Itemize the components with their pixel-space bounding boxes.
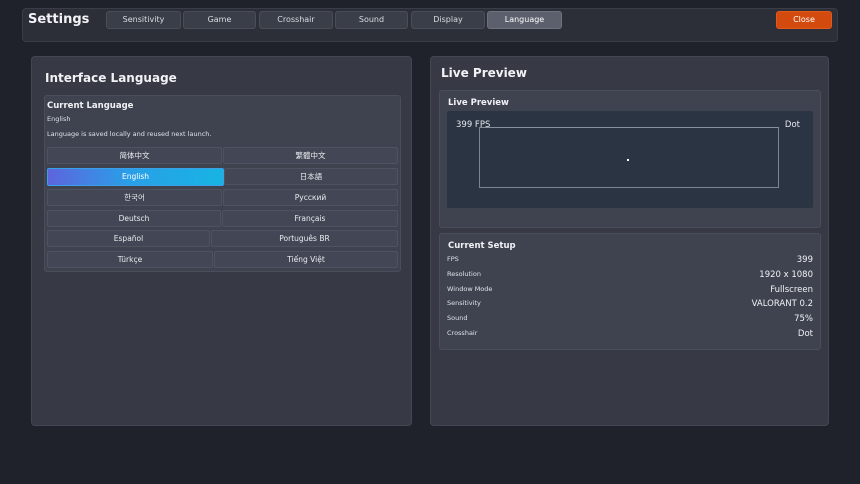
close-button[interactable]: Close (776, 11, 832, 29)
setup-value-window-mode: Fullscreen (770, 285, 813, 295)
lang-option-russian[interactable]: Русский (223, 189, 398, 206)
lang-option-spanish[interactable]: Español (47, 230, 210, 247)
crosshair-dot-icon (627, 159, 629, 161)
lang-option-turkish[interactable]: Türkçe (47, 251, 213, 268)
language-panel: Interface Language Current Language Engl… (31, 56, 412, 426)
current-language-value: English (47, 115, 71, 123)
setup-label-fps: FPS (447, 255, 459, 263)
tab-game[interactable]: Game (183, 11, 256, 29)
lang-option-french[interactable]: Français (222, 210, 398, 227)
top-bar: Settings Sensitivity Game Crosshair Soun… (22, 8, 838, 42)
lang-option-korean[interactable]: 한국어 (47, 189, 222, 206)
setup-value-resolution: 1920 x 1080 (759, 270, 813, 280)
setup-value-sensitivity: VALORANT 0.2 (751, 299, 813, 309)
preview-viewport: 399 FPS Dot (447, 111, 813, 208)
preview-panel: Live Preview Live Preview 399 FPS Dot Cu… (430, 56, 829, 426)
setup-label-resolution: Resolution (447, 270, 481, 278)
current-language-title: Current Language (47, 101, 134, 111)
lang-option-portuguese-br[interactable]: Português BR (211, 230, 398, 247)
lang-option-german[interactable]: Deutsch (47, 210, 221, 227)
setup-label-window-mode: Window Mode (447, 285, 493, 293)
tab-crosshair[interactable]: Crosshair (259, 11, 333, 29)
current-setup-title: Current Setup (448, 241, 516, 251)
lang-option-zh-hant[interactable]: 繁體中文 (223, 147, 398, 164)
live-preview-title: Live Preview (448, 98, 509, 108)
app-title: Settings (28, 12, 90, 27)
setup-value-fps: 399 (796, 255, 813, 265)
crosshair-type-label: Dot (784, 120, 800, 130)
current-setup-card: Current Setup FPS 399 Resolution 1920 x … (439, 233, 821, 350)
tab-sound[interactable]: Sound (335, 11, 408, 29)
lang-option-english[interactable]: English (47, 168, 224, 186)
setup-value-crosshair: Dot (797, 329, 813, 339)
language-note: Language is saved locally and reused nex… (47, 130, 212, 138)
setup-label-sound: Sound (447, 314, 468, 322)
tab-language[interactable]: Language (487, 11, 562, 29)
preview-panel-title: Live Preview (441, 66, 527, 80)
lang-option-zh-hans[interactable]: 简体中文 (47, 147, 222, 164)
language-panel-title: Interface Language (45, 71, 177, 85)
tab-display[interactable]: Display (411, 11, 485, 29)
setup-value-sound: 75% (794, 314, 813, 324)
setup-label-crosshair: Crosshair (447, 329, 478, 337)
lang-option-vietnamese[interactable]: Tiếng Việt (214, 251, 398, 268)
current-language-card: Current Language English Language is sav… (44, 95, 401, 272)
live-preview-card: Live Preview 399 FPS Dot (439, 90, 821, 228)
lang-option-japanese[interactable]: 日本語 (224, 168, 398, 185)
setup-label-sensitivity: Sensitivity (447, 299, 481, 307)
tab-sensitivity[interactable]: Sensitivity (106, 11, 181, 29)
preview-screen-frame (479, 127, 779, 188)
